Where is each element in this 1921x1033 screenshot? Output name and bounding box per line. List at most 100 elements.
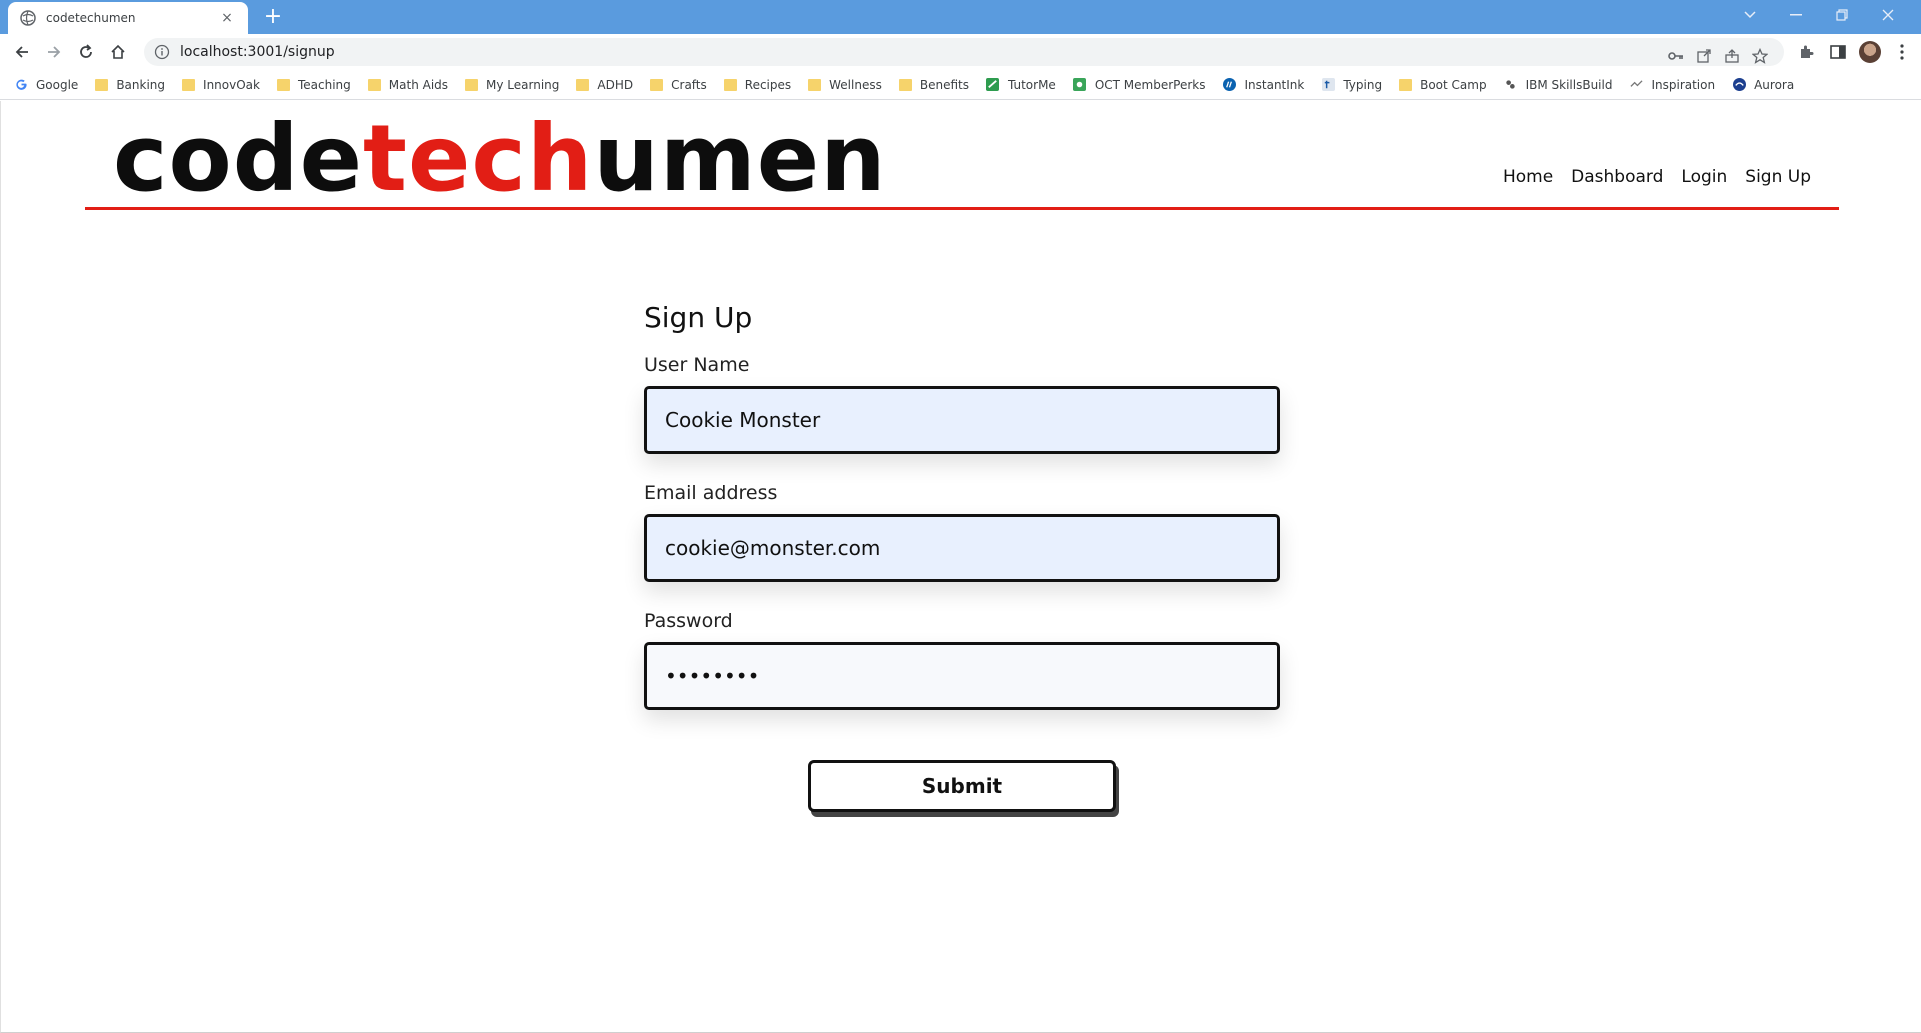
bookmark-star-icon[interactable] [1746, 42, 1774, 70]
address-bar[interactable]: localhost:3001/signup [144, 38, 1784, 66]
header-divider [85, 207, 1839, 210]
bookmark-recipes[interactable]: Recipes [723, 77, 792, 92]
browser-tab[interactable]: codetechumen × [8, 2, 248, 34]
bookmark-label: InnovOak [203, 77, 260, 92]
nav-login[interactable]: Login [1681, 167, 1727, 187]
bookmark-wellness[interactable]: Wellness [808, 78, 882, 92]
open-external-icon[interactable] [1690, 42, 1718, 70]
more-menu-icon[interactable] [1886, 38, 1918, 66]
email-input[interactable] [644, 514, 1280, 582]
bookmark-benefits[interactable]: Benefits [898, 78, 969, 92]
key-icon[interactable] [1662, 42, 1690, 70]
folder-icon [182, 78, 196, 91]
folder-icon [1399, 78, 1413, 91]
aurora-icon [1732, 78, 1746, 92]
bookmark-aurora[interactable]: Aurora [1732, 78, 1794, 92]
submit-button[interactable]: Submit [808, 760, 1116, 812]
bookmark-label: Boot Camp [1420, 77, 1487, 92]
bookmark-oct-memberperks[interactable]: OCT MemberPerks [1073, 77, 1206, 92]
bookmark-label: Recipes [744, 77, 792, 92]
password-label: Password [644, 610, 733, 632]
reload-icon[interactable] [72, 38, 100, 66]
folder-icon [95, 78, 109, 91]
bookmark-label: OCT MemberPerks [1094, 77, 1206, 92]
password-input[interactable] [644, 642, 1280, 710]
bookmark-label: InstantInk [1244, 77, 1305, 92]
folder-icon [650, 78, 664, 91]
username-input[interactable] [644, 386, 1280, 454]
bookmark-boot-camp[interactable]: Boot Camp [1399, 77, 1487, 92]
bookmark-google[interactable]: Google [14, 78, 78, 92]
tutorme-icon [986, 78, 1000, 92]
bookmark-math-aids[interactable]: Math Aids [367, 77, 449, 92]
share-icon[interactable] [1718, 42, 1746, 70]
bookmark-innovoak[interactable]: InnovOak [182, 78, 260, 92]
main-nav: Home Dashboard Login Sign Up [1485, 167, 1811, 187]
bookmark-teaching[interactable]: Teaching [276, 77, 351, 92]
tab-close-icon[interactable]: × [218, 10, 236, 26]
back-arrow-icon[interactable] [8, 38, 36, 66]
logo-part-tech: tech [363, 105, 594, 212]
username-label: User Name [644, 354, 750, 376]
bookmark-ibm-skillsbuild[interactable]: IBM SkillsBuild [1504, 77, 1613, 92]
extensions-icon[interactable] [1790, 38, 1822, 66]
hp-icon [1222, 78, 1236, 92]
profile-avatar[interactable] [1859, 41, 1881, 63]
bookmark-adhd[interactable]: ADHD [576, 78, 633, 92]
site-logo[interactable]: codetechumen [113, 113, 887, 205]
url-text[interactable]: localhost:3001/signup [180, 44, 335, 60]
omnibox-actions [1662, 42, 1774, 70]
signup-form: Sign Up User Name Email address Password… [644, 301, 1280, 812]
web-page: codetechumen Home Dashboard Login Sign U… [0, 101, 1921, 1033]
bookmark-label: ADHD [597, 77, 634, 92]
bookmark-label: Teaching [297, 77, 351, 92]
forward-arrow-icon[interactable] [40, 38, 68, 66]
page-title: Sign Up [644, 301, 753, 334]
bookmark-label: Inspiration [1651, 77, 1716, 92]
nav-signup[interactable]: Sign Up [1745, 167, 1811, 187]
bookmark-label: Wellness [829, 77, 882, 92]
bookmark-label: IBM SkillsBuild [1525, 77, 1613, 92]
close-window-icon[interactable] [1865, 0, 1911, 30]
side-panel-icon[interactable] [1822, 38, 1854, 66]
folder-icon [808, 78, 822, 91]
folder-icon [898, 78, 912, 91]
nav-dashboard[interactable]: Dashboard [1571, 167, 1663, 187]
google-icon [14, 78, 28, 92]
bookmark-label: TutorMe [1007, 77, 1056, 92]
memberperks-icon [1073, 78, 1087, 92]
new-tab-button[interactable]: + [260, 4, 286, 30]
submit-wrapper: Submit [644, 760, 1280, 812]
bookmark-inspiration[interactable]: Inspiration [1629, 78, 1715, 92]
window-controls [1727, 0, 1911, 30]
browser-titlebar: codetechumen × + [0, 0, 1921, 34]
tab-search-icon[interactable] [1727, 0, 1773, 30]
bookmark-instantink[interactable]: InstantInk [1222, 78, 1304, 92]
folder-icon [576, 78, 590, 91]
bookmark-crafts[interactable]: Crafts [650, 78, 707, 92]
bookmarks-bar: Google Banking InnovOak Teaching Math Aids My… [0, 70, 1921, 100]
bookmark-label: My Learning [486, 77, 560, 92]
bookmark-banking[interactable]: Banking [95, 78, 165, 92]
browser-toolbar: localhost:3001/signup [0, 34, 1921, 70]
home-icon[interactable] [104, 38, 132, 66]
typing-icon [1321, 78, 1335, 92]
tab-title: codetechumen [46, 11, 136, 25]
bookmark-label: Crafts [671, 77, 707, 92]
bookmark-typing[interactable]: Typing [1321, 78, 1382, 92]
minimize-icon[interactable] [1773, 0, 1819, 30]
folder-icon [276, 78, 290, 91]
folder-icon [723, 78, 737, 91]
logo-part-code: code [113, 105, 363, 212]
bookmark-my-learning[interactable]: My Learning [465, 78, 559, 92]
bookmark-label: Aurora [1754, 77, 1795, 92]
email-label: Email address [644, 482, 778, 504]
bookmark-label: Math Aids [388, 77, 449, 92]
folder-icon [367, 78, 381, 91]
nav-home[interactable]: Home [1503, 167, 1553, 187]
bookmark-tutorme[interactable]: TutorMe [986, 78, 1056, 92]
folder-icon [465, 78, 479, 91]
restore-icon[interactable] [1819, 0, 1865, 30]
inspiration-icon [1629, 78, 1643, 92]
info-icon[interactable] [154, 44, 170, 60]
